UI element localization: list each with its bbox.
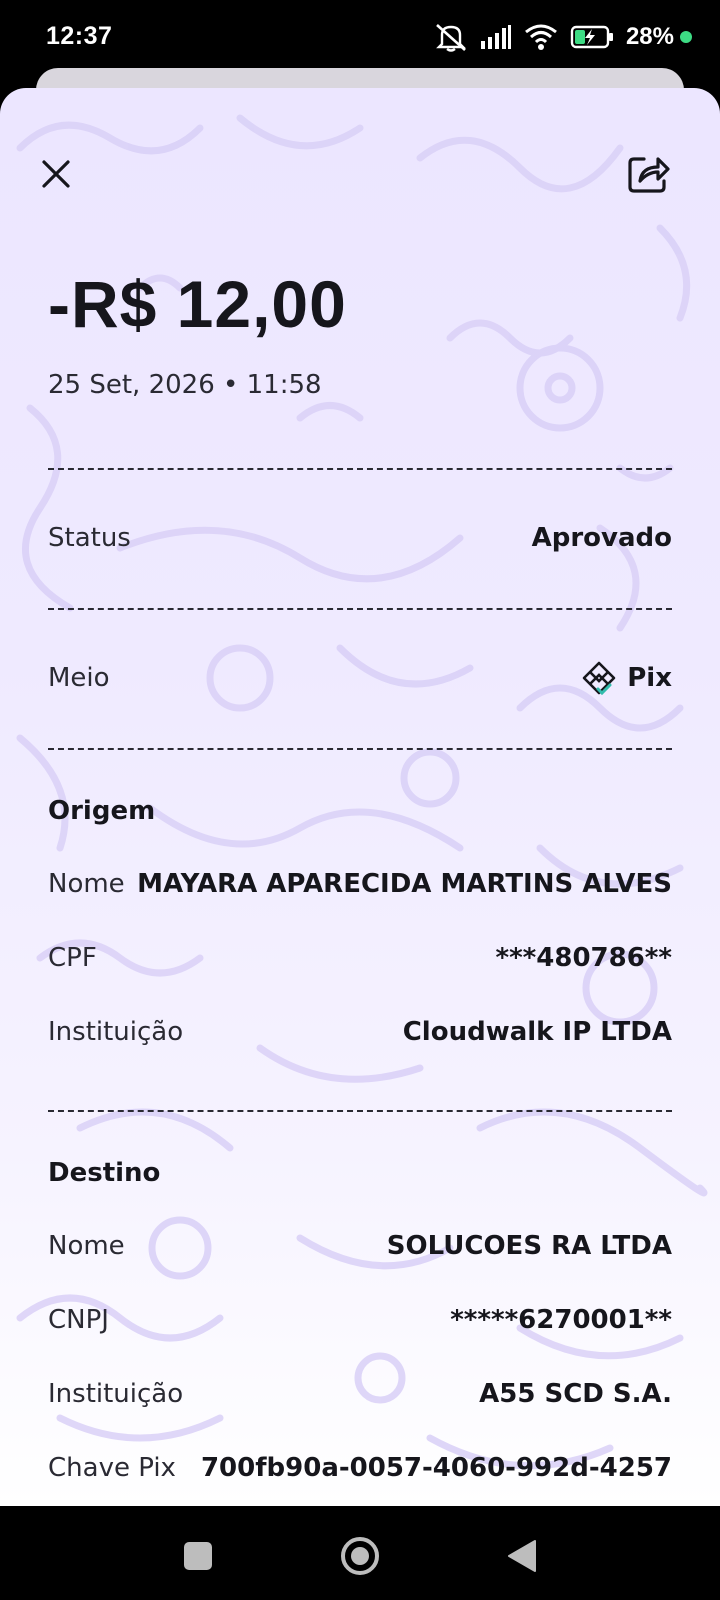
destination-key-row: Chave Pix 700fb90a-0057-4060-992d-4257 bbox=[48, 1448, 672, 1488]
origin-name-row: Nome MAYARA APARECIDA MARTINS ALVES bbox=[48, 864, 672, 904]
transaction-amount: -R$ 12,00 bbox=[48, 267, 347, 341]
divider bbox=[48, 608, 672, 610]
recents-square-icon bbox=[184, 1542, 212, 1570]
share-icon bbox=[628, 157, 670, 193]
method-text: Pix bbox=[627, 663, 672, 693]
destination-section-title: Destino bbox=[48, 1158, 161, 1188]
pix-icon bbox=[582, 661, 616, 696]
close-icon bbox=[42, 160, 70, 188]
origin-doc-value: ***480786** bbox=[495, 943, 672, 973]
origin-inst-row: Instituição Cloudwalk IP LTDA bbox=[48, 1012, 672, 1052]
method-label: Meio bbox=[48, 663, 110, 693]
transaction-receipt-sheet[interactable]: -R$ 12,00 25 Set, 2026 • 11:58 Status Ap… bbox=[0, 88, 720, 1506]
notification-dot bbox=[680, 31, 692, 43]
navigation-bar bbox=[0, 1506, 720, 1600]
origin-name-label: Nome bbox=[48, 869, 125, 899]
home-button[interactable] bbox=[340, 1536, 380, 1576]
origin-doc-row: CPF ***480786** bbox=[48, 938, 672, 978]
status-row: Status Aprovado bbox=[48, 518, 672, 558]
destination-key-label: Chave Pix bbox=[48, 1453, 176, 1483]
status-icons: 28% bbox=[434, 22, 692, 52]
mute-icon bbox=[436, 24, 466, 52]
origin-doc-label: CPF bbox=[48, 943, 97, 973]
transaction-datetime: 25 Set, 2026 • 11:58 bbox=[48, 370, 322, 400]
method-row: Meio Pix bbox=[48, 658, 672, 698]
status-label: Status bbox=[48, 523, 131, 553]
status-time: 12:37 bbox=[46, 22, 113, 50]
battery-percent: 28% bbox=[625, 23, 674, 50]
wifi-icon bbox=[525, 24, 557, 50]
status-bar: 12:37 28% bbox=[0, 0, 720, 76]
destination-doc-value: *****6270001** bbox=[450, 1305, 672, 1335]
status-value: Aprovado bbox=[531, 523, 672, 553]
share-button[interactable] bbox=[620, 146, 676, 202]
origin-inst-value: Cloudwalk IP LTDA bbox=[402, 1017, 672, 1047]
divider bbox=[48, 748, 672, 750]
back-button[interactable] bbox=[502, 1536, 542, 1576]
method-value: Pix bbox=[581, 660, 672, 696]
signal-icon bbox=[480, 25, 511, 49]
destination-name-value: SOLUCOES RA LTDA bbox=[386, 1231, 672, 1261]
destination-name-row: Nome SOLUCOES RA LTDA bbox=[48, 1226, 672, 1266]
destination-inst-label: Instituição bbox=[48, 1379, 184, 1409]
battery-charging-icon bbox=[570, 25, 613, 49]
destination-name-label: Nome bbox=[48, 1231, 125, 1261]
back-triangle-icon bbox=[508, 1540, 536, 1572]
destination-doc-label: CNPJ bbox=[48, 1305, 109, 1335]
origin-inst-label: Instituição bbox=[48, 1017, 184, 1047]
close-button[interactable] bbox=[28, 146, 84, 202]
divider bbox=[48, 468, 672, 470]
recents-button[interactable] bbox=[178, 1536, 218, 1576]
destination-key-value: 700fb90a-0057-4060-992d-4257 bbox=[200, 1453, 672, 1483]
origin-section-title: Origem bbox=[48, 796, 156, 826]
destination-inst-value: A55 SCD S.A. bbox=[479, 1379, 672, 1409]
origin-name-value: MAYARA APARECIDA MARTINS ALVES bbox=[137, 869, 672, 899]
divider bbox=[48, 1110, 672, 1112]
destination-inst-row: Instituição A55 SCD S.A. bbox=[48, 1374, 672, 1414]
destination-doc-row: CNPJ *****6270001** bbox=[48, 1300, 672, 1340]
home-circle-icon bbox=[341, 1537, 379, 1575]
